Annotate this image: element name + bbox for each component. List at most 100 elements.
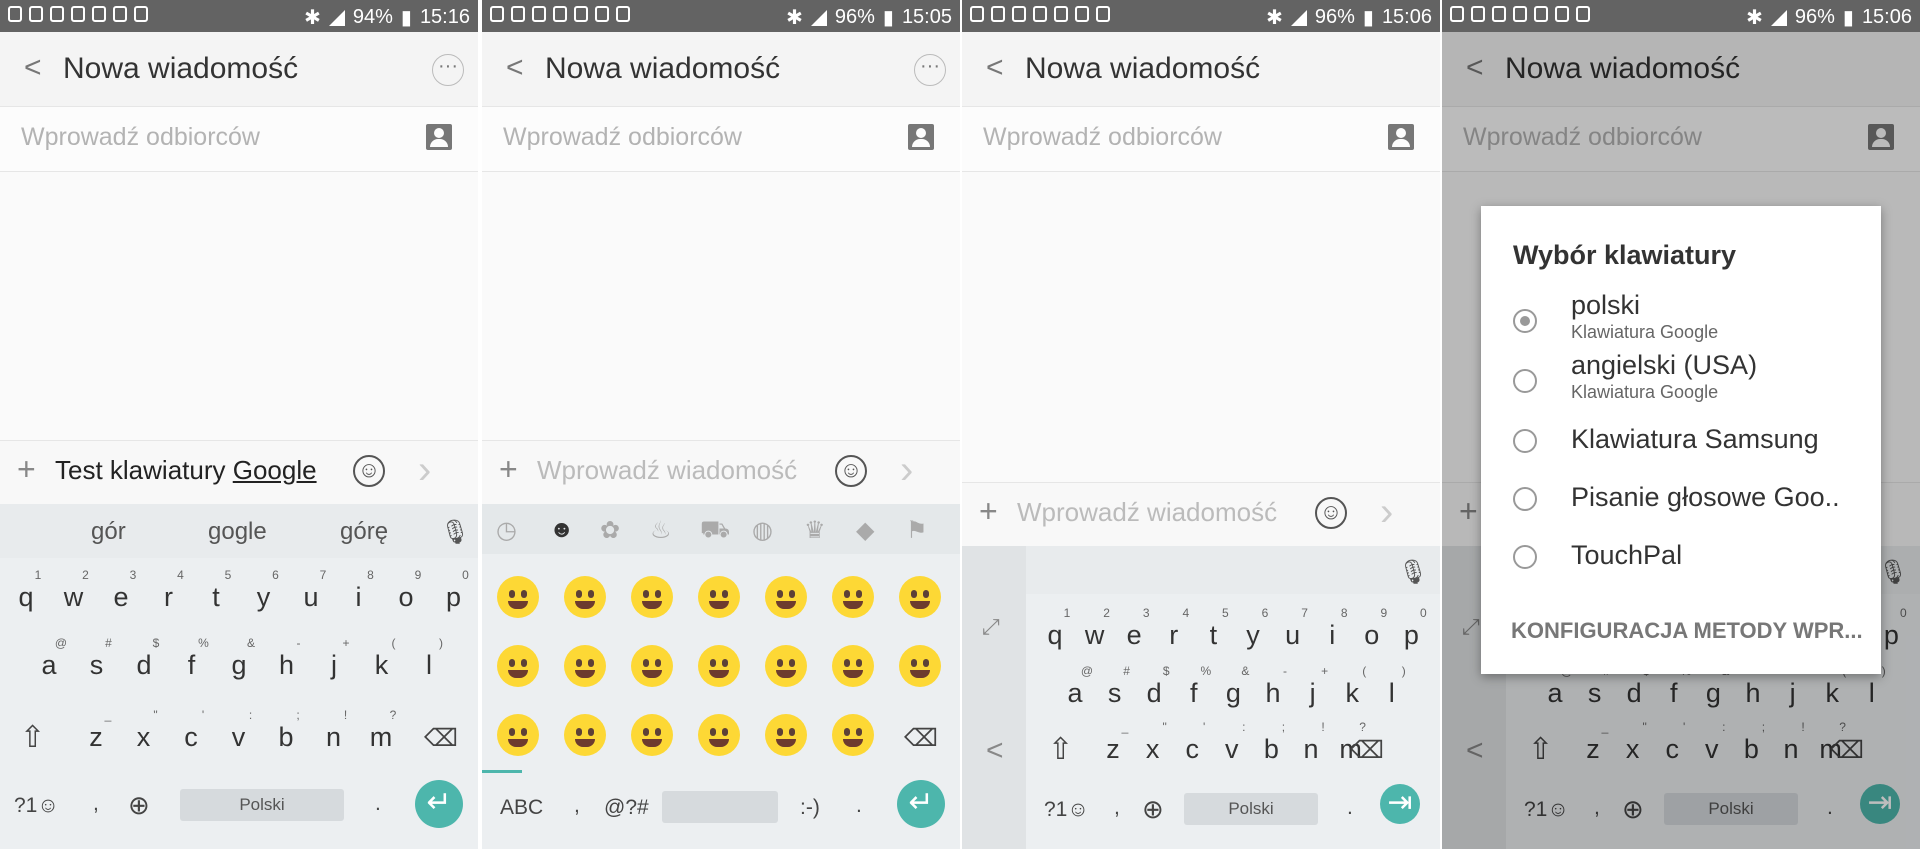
contact-icon[interactable]	[426, 124, 452, 150]
key-w[interactable]: w	[54, 582, 94, 613]
comma-key[interactable]: ,	[574, 794, 580, 818]
symbols-category-icon[interactable]: ◆	[856, 516, 874, 545]
symbols-key[interactable]: ?1☺	[14, 794, 59, 818]
radio-icon[interactable]	[1513, 487, 1537, 511]
key-h[interactable]: h	[1253, 678, 1293, 709]
key-a[interactable]: a	[1055, 678, 1095, 709]
flags-category-icon[interactable]: ⚑	[906, 516, 928, 545]
back-icon[interactable]: <	[506, 53, 524, 83]
emoji-face[interactable]	[497, 645, 539, 687]
key-g[interactable]: g	[1213, 678, 1253, 709]
key-y[interactable]: y	[1233, 620, 1273, 651]
symbols-key[interactable]: ?1☺	[1044, 798, 1089, 822]
emoji-face[interactable]	[832, 714, 874, 756]
send-icon[interactable]: ›	[418, 450, 431, 490]
key-a[interactable]: a	[29, 650, 69, 681]
keyboard-option[interactable]: TouchPal	[1571, 540, 1682, 571]
key-s[interactable]: s	[77, 650, 117, 681]
send-icon[interactable]: ›	[1380, 492, 1393, 532]
space-bar[interactable]	[662, 791, 778, 823]
emoji-face[interactable]	[564, 645, 606, 687]
key-f[interactable]: f	[1174, 678, 1214, 709]
key-w[interactable]: w	[1075, 620, 1115, 651]
emoji-face[interactable]	[698, 576, 740, 618]
emoji-face[interactable]	[497, 714, 539, 756]
abc-key[interactable]: ABC	[500, 796, 543, 820]
smiley-icon[interactable]: ☺	[835, 455, 867, 487]
key-v[interactable]: v	[1212, 734, 1252, 765]
backspace-icon[interactable]: ⌫	[904, 724, 938, 753]
crown-category-icon[interactable]: ♛	[804, 516, 826, 545]
mic-icon[interactable]: 🎙	[440, 518, 470, 547]
globe-icon[interactable]: ⊕	[1142, 794, 1164, 825]
period-key[interactable]: .	[1347, 796, 1353, 820]
emoticon-key[interactable]: :-)	[800, 796, 820, 820]
key-e[interactable]: e	[1114, 620, 1154, 651]
contact-icon[interactable]	[1388, 124, 1414, 150]
backspace-icon[interactable]: ⌫	[1350, 736, 1384, 765]
key-j[interactable]: j	[314, 650, 354, 681]
send-icon[interactable]: ›	[900, 450, 913, 490]
key-s[interactable]: s	[1095, 678, 1135, 709]
key-i[interactable]: i	[339, 582, 379, 613]
expand-icon[interactable]: ⤢	[982, 614, 1000, 640]
emoji-face[interactable]	[765, 576, 807, 618]
emoji-face[interactable]	[899, 645, 941, 687]
key-v[interactable]: v	[219, 722, 259, 753]
message-input[interactable]: Test klawiatury Google	[55, 455, 317, 486]
emoji-face[interactable]	[631, 714, 673, 756]
keyboard-option[interactable]: polski	[1571, 290, 1640, 321]
recipients-field[interactable]: Wprowadź odbiorców	[962, 106, 1440, 172]
key-o[interactable]: o	[386, 582, 426, 613]
key-e[interactable]: e	[101, 582, 141, 613]
key-u[interactable]: u	[1273, 620, 1313, 651]
key-r[interactable]: r	[149, 582, 189, 613]
suggestion-3[interactable]: górę	[340, 518, 388, 546]
globe-icon[interactable]: ⊕	[128, 790, 150, 821]
key-u[interactable]: u	[291, 582, 331, 613]
comma-key[interactable]: ,	[1114, 796, 1120, 820]
message-input[interactable]: Wprowadź wiadomość	[1017, 497, 1277, 528]
key-f[interactable]: f	[172, 650, 212, 681]
suggestion-1[interactable]: gór	[91, 518, 126, 546]
travel-category-icon[interactable]: ⛟	[700, 516, 730, 546]
more-icon[interactable]: ···	[914, 54, 946, 86]
emoji-face[interactable]	[631, 645, 673, 687]
key-h[interactable]: h	[267, 650, 307, 681]
space-bar[interactable]: Polski	[180, 789, 344, 821]
key-q[interactable]: q	[1035, 620, 1075, 651]
key-m[interactable]: m	[361, 722, 401, 753]
key-i[interactable]: i	[1312, 620, 1352, 651]
emoji-face[interactable]	[765, 645, 807, 687]
key-c[interactable]: c	[1172, 734, 1212, 765]
key-z[interactable]: z	[76, 722, 116, 753]
period-key[interactable]: .	[856, 794, 862, 818]
keyboard-option[interactable]: Klawiatura Samsung	[1571, 424, 1819, 455]
key-o[interactable]: o	[1352, 620, 1392, 651]
plus-icon[interactable]: +	[17, 451, 36, 488]
key-l[interactable]: l	[409, 650, 449, 681]
smiley-icon[interactable]: ☺	[353, 455, 385, 487]
keyboard-option[interactable]: Pisanie głosowe Goo..	[1571, 482, 1840, 513]
emoji-face[interactable]	[564, 714, 606, 756]
shift-icon[interactable]: ⇧	[1048, 732, 1073, 767]
space-bar[interactable]: Polski	[1184, 793, 1318, 825]
emoji-face[interactable]	[899, 576, 941, 618]
key-q[interactable]: q	[6, 582, 46, 613]
plus-icon[interactable]: +	[979, 493, 998, 530]
key-z[interactable]: z	[1093, 734, 1133, 765]
emoji-face[interactable]	[765, 714, 807, 756]
symbols-key[interactable]: @?#	[604, 796, 649, 820]
key-b[interactable]: b	[1251, 734, 1291, 765]
radio-icon[interactable]	[1513, 369, 1537, 393]
key-c[interactable]: c	[171, 722, 211, 753]
key-b[interactable]: b	[266, 722, 306, 753]
period-key[interactable]: .	[375, 792, 381, 816]
key-n[interactable]: n	[1291, 734, 1331, 765]
smileys-category-icon[interactable]: ☻	[549, 516, 574, 544]
emoji-face[interactable]	[698, 645, 740, 687]
key-k[interactable]: k	[362, 650, 402, 681]
emoji-face[interactable]	[564, 576, 606, 618]
contact-icon[interactable]	[908, 124, 934, 150]
radio-icon[interactable]	[1513, 309, 1537, 333]
